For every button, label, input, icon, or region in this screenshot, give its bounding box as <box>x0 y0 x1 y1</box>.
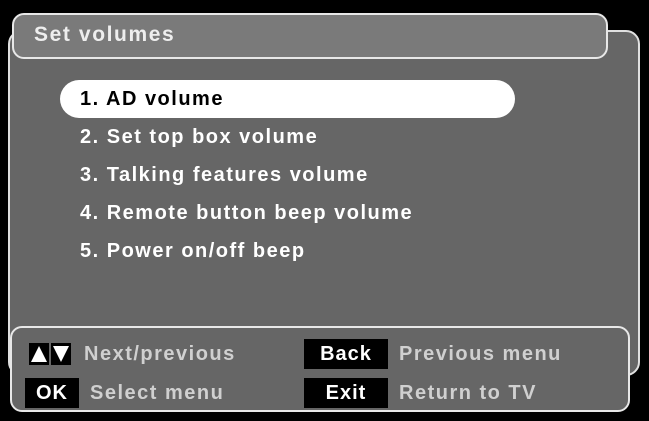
ok-key[interactable]: OK <box>25 378 79 408</box>
tv-screen: Set volumes 1. AD volume 2. Set top box … <box>0 0 649 421</box>
page-title: Set volumes <box>34 23 176 46</box>
menu-list: 1. AD volume 2. Set top box volume 3. Ta… <box>60 80 515 270</box>
menu-item-talking-features-volume[interactable]: 3. Talking features volume <box>60 156 515 194</box>
back-hint: Previous menu <box>399 343 562 365</box>
back-key[interactable]: Back <box>304 339 388 369</box>
title-bar: Set volumes <box>12 13 608 59</box>
menu-item-power-on-off-beep[interactable]: 5. Power on/off beep <box>60 232 515 270</box>
ok-hint: Select menu <box>90 382 225 404</box>
menu-item-remote-button-beep-volume[interactable]: 4. Remote button beep volume <box>60 194 515 232</box>
exit-key[interactable]: Exit <box>304 378 388 408</box>
nav-hint: Next/previous <box>84 343 236 365</box>
up-arrow-icon[interactable] <box>29 343 49 365</box>
menu-item-ad-volume[interactable]: 1. AD volume <box>60 80 515 118</box>
down-arrow-icon[interactable] <box>51 343 71 365</box>
exit-hint: Return to TV <box>399 382 537 404</box>
menu-item-set-top-box-volume[interactable]: 2. Set top box volume <box>60 118 515 156</box>
footer-help-bar: Next/previous Back Previous menu OK Sele… <box>10 326 630 412</box>
